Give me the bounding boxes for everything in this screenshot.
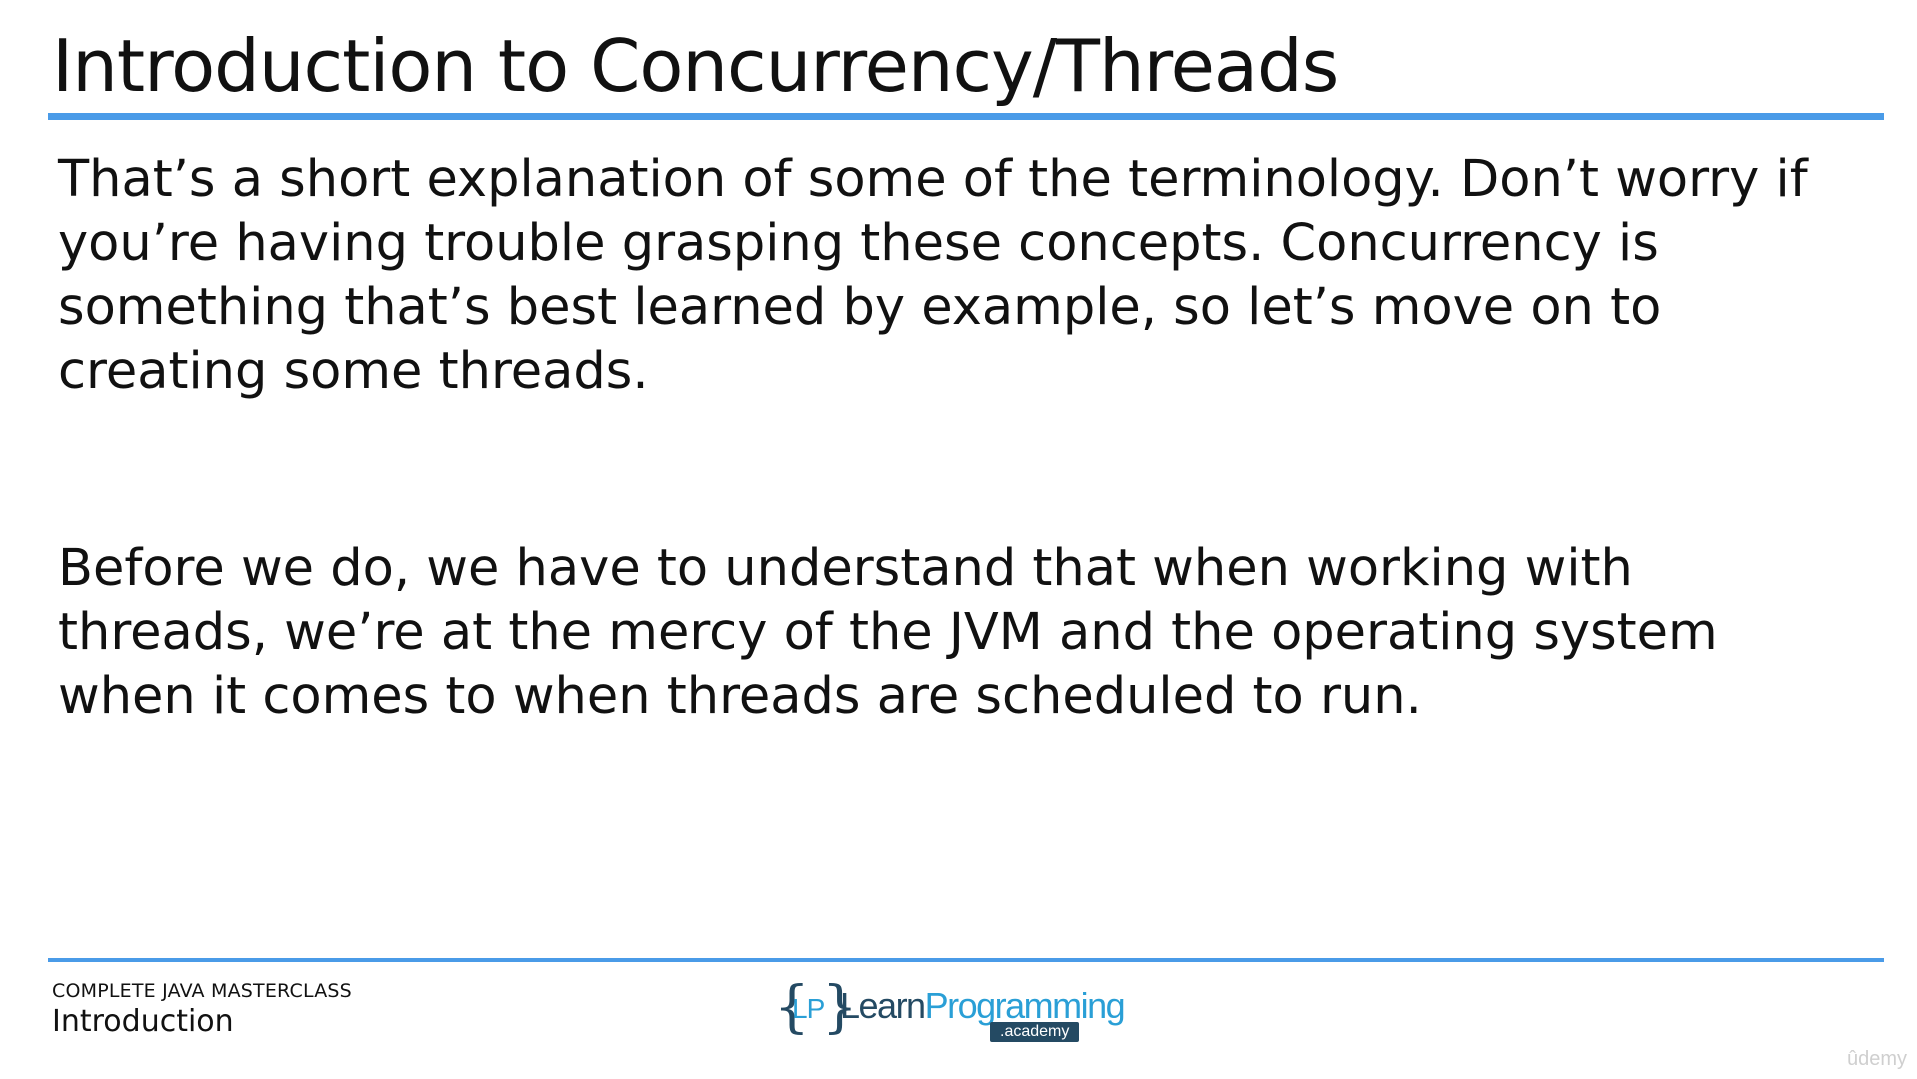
footer-course-name: COMPLETE JAVA MASTERCLASS: [52, 980, 352, 1002]
logo-monogram: LP: [792, 993, 825, 1024]
logo-word-learn: Learn: [840, 985, 926, 1026]
logo-wordmark: LearnProgramming: [840, 984, 1126, 1028]
learnprogramming-academy-logo: { LP } LearnProgramming .academy: [774, 978, 1126, 1044]
footer-divider: [48, 958, 1884, 962]
logo-word-programming: Programming: [924, 985, 1126, 1026]
body-paragraph-2: Before we do, we have to understand that…: [58, 539, 1718, 726]
slide-title: Introduction to Concurrency/Threads: [52, 24, 1339, 108]
body-paragraph-1: That’s a short explanation of some of th…: [58, 150, 1808, 401]
udemy-watermark: ûdemy: [1846, 1048, 1907, 1070]
footer-section-name: Introduction: [52, 1004, 234, 1039]
logo-academy-badge: .academy: [990, 1022, 1080, 1042]
title-underline: [48, 113, 1884, 120]
